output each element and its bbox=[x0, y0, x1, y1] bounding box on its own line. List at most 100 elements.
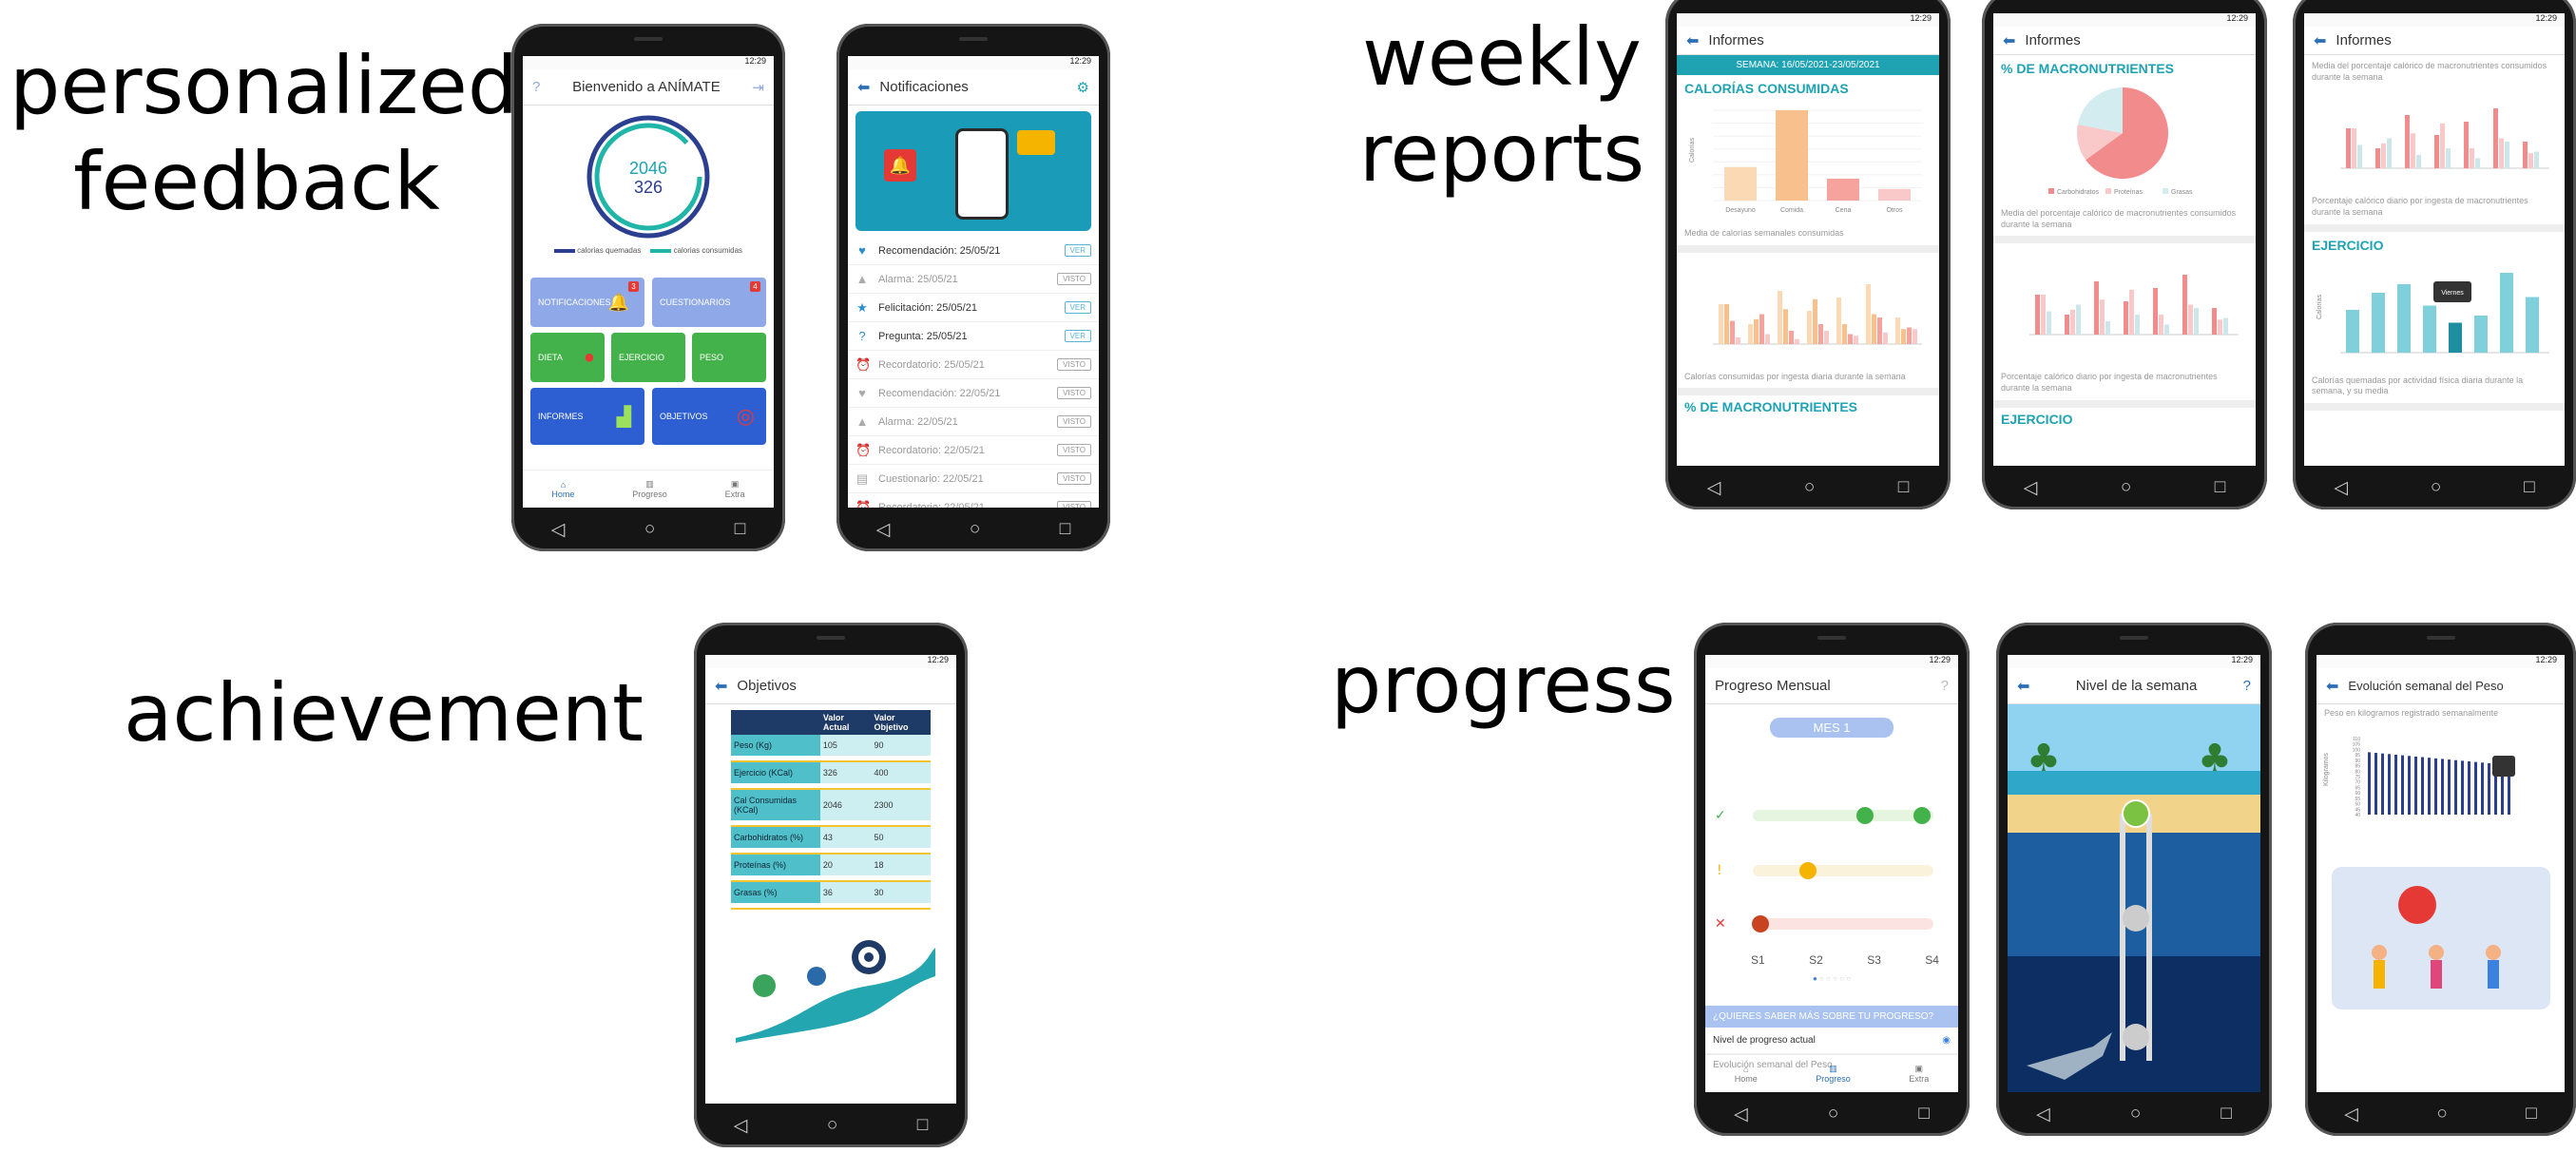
bar bbox=[2434, 135, 2439, 169]
legend-swatch bbox=[2105, 188, 2111, 194]
back-nav-icon[interactable]: ◁ bbox=[876, 519, 891, 541]
progress-link[interactable]: Nivel de progreso actual ◉ bbox=[1705, 1028, 1958, 1054]
bar bbox=[2423, 305, 2436, 353]
phone-speaker bbox=[2120, 636, 2148, 640]
notification-action-button[interactable]: VER bbox=[1064, 301, 1091, 314]
bar bbox=[2035, 295, 2040, 336]
recents-nav-icon[interactable]: □ bbox=[735, 519, 745, 540]
notification-action-button[interactable]: VISTO bbox=[1057, 358, 1091, 371]
alarm-clock-icon: ⏰ bbox=[855, 499, 872, 509]
bar bbox=[1724, 303, 1729, 344]
notification-item[interactable]: ▲ Alarma: 22/05/21 VISTO bbox=[848, 408, 1099, 436]
notification-action-button[interactable]: VER bbox=[1064, 244, 1091, 257]
notification-item[interactable]: ▤ Cuestionario: 22/05/21 VISTO bbox=[848, 465, 1099, 493]
recents-nav-icon[interactable]: □ bbox=[2526, 1104, 2536, 1124]
home-nav-icon[interactable]: ○ bbox=[970, 519, 980, 540]
recents-nav-icon[interactable]: □ bbox=[2524, 477, 2534, 498]
bar bbox=[2218, 319, 2222, 336]
bar bbox=[2047, 311, 2051, 336]
notification-item[interactable]: ? Pregunta: 25/05/21 VER bbox=[848, 322, 1099, 351]
home-icon: ⌂ bbox=[560, 479, 567, 490]
recents-nav-icon[interactable]: □ bbox=[1898, 477, 1909, 498]
notification-item[interactable]: ♥ Recomendación: 22/05/21 VISTO bbox=[848, 379, 1099, 408]
notification-action-button[interactable]: VISTO bbox=[1057, 387, 1091, 399]
notification-action-button[interactable]: VISTO bbox=[1057, 501, 1091, 508]
home-nav-icon[interactable]: ○ bbox=[2130, 1104, 2141, 1124]
notification-item[interactable]: ★ Felicitación: 25/05/21 VER bbox=[848, 294, 1099, 322]
recents-nav-icon[interactable]: □ bbox=[2215, 477, 2225, 498]
nav-extra[interactable]: ▣ Extra bbox=[1909, 1064, 1929, 1084]
settings-icon[interactable]: ⚙ bbox=[1077, 79, 1089, 96]
bar bbox=[2159, 315, 2163, 336]
recents-nav-icon[interactable]: □ bbox=[917, 1115, 928, 1136]
home-nav-icon[interactable]: ○ bbox=[2436, 1104, 2447, 1124]
tile-peso[interactable]: PESO bbox=[692, 333, 766, 382]
tile-ejercicio[interactable]: EJERCICIO bbox=[611, 333, 685, 382]
tile-dieta[interactable]: DIETA ● bbox=[530, 333, 605, 382]
phone-objetivos: 12:29 ⬅ Objetivos Valor Actual Valor Obje… bbox=[694, 623, 968, 1147]
notification-item[interactable]: ▲ Alarma: 25/05/21 VISTO bbox=[848, 265, 1099, 294]
bar bbox=[2076, 304, 2081, 336]
home-nav-icon[interactable]: ○ bbox=[644, 519, 655, 540]
notification-item[interactable]: ⏰ Recordatorio: 22/05/21 VISTO bbox=[848, 436, 1099, 465]
back-arrow-icon[interactable]: ⬅ bbox=[2326, 677, 2338, 696]
table-cell: 20 bbox=[819, 854, 872, 875]
home-nav-icon[interactable]: ○ bbox=[1804, 477, 1815, 498]
table-cell: 90 bbox=[871, 735, 931, 756]
tile-notificaciones[interactable]: NOTIFICACIONES 🔔 3 bbox=[530, 278, 644, 327]
home-nav-icon[interactable]: ○ bbox=[827, 1115, 837, 1136]
status-bar: 12:29 bbox=[523, 56, 774, 69]
back-arrow-icon[interactable]: ⬅ bbox=[2314, 31, 2326, 50]
macros-daily-chart bbox=[2029, 275, 2239, 336]
notification-item[interactable]: ♥ Recomendación: 25/05/21 VER bbox=[848, 237, 1099, 265]
notification-text: Alarma: 25/05/21 bbox=[878, 273, 958, 285]
tile-cuestionarios[interactable]: CUESTIONARIOS 4 bbox=[652, 278, 766, 327]
nav-extra[interactable]: ▣ Extra bbox=[725, 479, 745, 499]
nav-home[interactable]: ⌂ Home bbox=[1735, 1065, 1758, 1084]
back-nav-icon[interactable]: ◁ bbox=[2334, 477, 2348, 499]
notification-item[interactable]: ⏰ Recordatorio: 25/05/21 VISTO bbox=[848, 351, 1099, 379]
back-nav-icon[interactable]: ◁ bbox=[734, 1115, 748, 1137]
notification-action-button[interactable]: VISTO bbox=[1057, 415, 1091, 428]
help-icon[interactable]: ? bbox=[2243, 678, 2251, 694]
logout-icon[interactable]: ⇥ bbox=[752, 79, 764, 96]
home-nav-icon[interactable]: ○ bbox=[1828, 1104, 1838, 1124]
home-nav-icon[interactable]: ○ bbox=[2431, 477, 2441, 498]
back-arrow-icon[interactable]: ⬅ bbox=[2017, 677, 2029, 696]
home-nav-icon[interactable]: ○ bbox=[2121, 477, 2131, 498]
back-arrow-icon[interactable]: ⬅ bbox=[2003, 31, 2015, 50]
help-icon[interactable]: ? bbox=[532, 79, 540, 95]
nav-progreso[interactable]: ▥ Progreso bbox=[1816, 1064, 1851, 1084]
table-row: Proteínas (%) 20 18 bbox=[731, 854, 931, 875]
back-nav-icon[interactable]: ◁ bbox=[1707, 477, 1721, 499]
nav-home[interactable]: ⌂ Home bbox=[551, 480, 574, 499]
nav-label: Extra bbox=[1909, 1074, 1930, 1084]
notification-text: Recordatorio: 25/05/21 bbox=[878, 358, 985, 371]
table-cell: 326 bbox=[819, 761, 872, 783]
warning-icon: ▲ bbox=[855, 414, 869, 429]
nav-progreso[interactable]: ▥ Progreso bbox=[632, 479, 667, 499]
notif-badge: 3 bbox=[628, 281, 639, 292]
back-arrow-icon[interactable]: ⬅ bbox=[857, 78, 870, 97]
help-icon[interactable]: ? bbox=[1941, 678, 1949, 694]
bar bbox=[2500, 272, 2513, 353]
bar bbox=[2428, 757, 2431, 815]
notification-action-button[interactable]: VISTO bbox=[1057, 273, 1091, 285]
recents-nav-icon[interactable]: □ bbox=[1918, 1104, 1929, 1124]
notification-action-button[interactable]: VER bbox=[1064, 330, 1091, 342]
tile-objetivos[interactable]: OBJETIVOS ◎ bbox=[652, 388, 766, 445]
back-nav-icon[interactable]: ◁ bbox=[2344, 1104, 2358, 1125]
back-arrow-icon[interactable]: ⬅ bbox=[1686, 31, 1699, 50]
back-nav-icon[interactable]: ◁ bbox=[2024, 477, 2038, 499]
tile-informes[interactable]: INFORMES ▟ bbox=[530, 388, 644, 445]
back-nav-icon[interactable]: ◁ bbox=[551, 519, 566, 541]
back-arrow-icon[interactable]: ⬅ bbox=[715, 677, 727, 696]
back-nav-icon[interactable]: ◁ bbox=[2036, 1104, 2050, 1125]
recents-nav-icon[interactable]: □ bbox=[2220, 1104, 2231, 1124]
recents-nav-icon[interactable]: □ bbox=[1060, 519, 1070, 540]
notification-action-button[interactable]: VISTO bbox=[1057, 472, 1091, 485]
notification-item[interactable]: ⏰ Recordatorio: 22/05/21 VISTO bbox=[848, 493, 1099, 508]
back-nav-icon[interactable]: ◁ bbox=[1734, 1104, 1748, 1125]
nav-label: Home bbox=[551, 489, 575, 499]
notification-action-button[interactable]: VISTO bbox=[1057, 444, 1091, 456]
